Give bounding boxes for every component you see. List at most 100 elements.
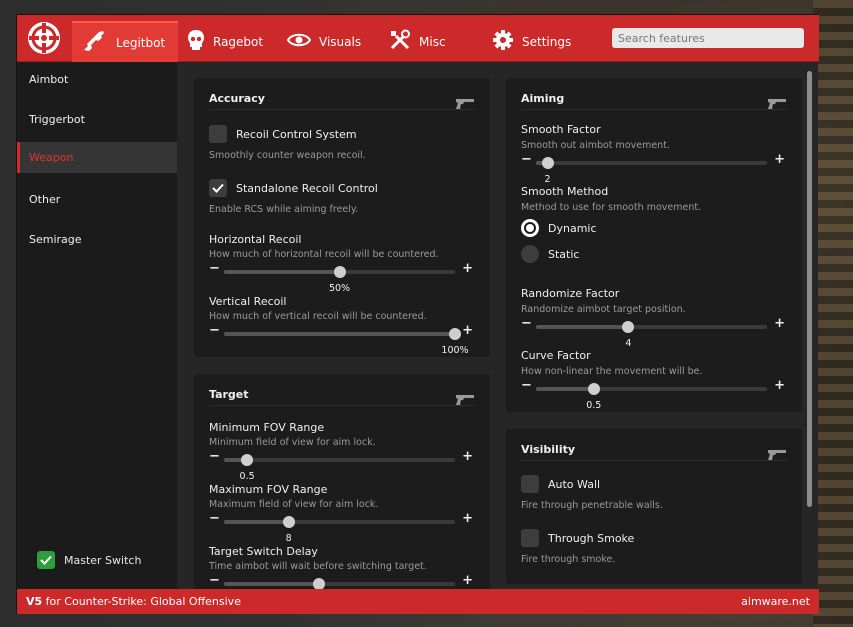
standalone-rcs-checkbox[interactable] [209,179,227,197]
decrement-icon[interactable]: − [521,379,532,393]
autowall-label: Auto Wall [548,477,601,491]
switch-delay-slider[interactable]: − + [209,574,473,589]
check-icon [212,183,224,193]
min-fov-description: Minimum field of view for aim lock. [209,437,376,448]
tab-settings[interactable]: Settings [482,21,592,62]
check-icon [40,555,52,565]
radio-dynamic[interactable]: Dynamic [521,219,597,237]
accuracy-panel: Accuracy Recoil Control System Smoothly … [194,78,490,357]
decrement-icon[interactable]: − [209,574,220,588]
master-switch[interactable]: Master Switch [37,551,141,569]
decrement-icon[interactable]: − [521,153,532,167]
switch-delay-description: Time aimbot will wait before switching t… [209,561,427,572]
gear-icon [492,29,514,54]
increment-icon[interactable]: + [774,317,785,331]
sidebar-item-other[interactable]: Other [17,184,177,215]
randomize-factor-slider[interactable]: − 4 + [521,317,785,350]
decrement-icon[interactable]: − [209,512,220,526]
sidebar-item-aimbot[interactable]: Aimbot [17,64,177,95]
radio-label: Static [548,247,580,261]
tab-visuals[interactable]: Visuals [277,21,377,62]
slider-knob[interactable] [541,157,554,169]
autowall-toggle[interactable]: Auto Wall [521,475,600,493]
tab-misc[interactable]: Misc [379,21,479,62]
target-panel: Target Minimum FOV Range Minimum field o… [194,374,490,589]
master-switch-checkbox[interactable] [37,551,55,569]
pistol-icon [767,446,787,465]
slider-track[interactable]: 0.5 [224,454,455,482]
slider-knob[interactable] [312,578,325,589]
smooth-factor-label: Smooth Factor [521,123,601,136]
slider-fill [224,332,455,336]
horizontal-recoil-label: Horizontal Recoil [209,233,302,246]
radio-button[interactable] [521,245,539,263]
slider-track[interactable]: 2 [536,157,767,185]
master-switch-label: Master Switch [64,553,142,567]
vertical-recoil-label: Vertical Recoil [209,295,287,308]
max-fov-slider[interactable]: − 8 + [209,512,473,545]
increment-icon[interactable]: + [462,512,473,526]
rifle-icon [82,28,108,57]
curve-factor-slider[interactable]: − 0.5 + [521,379,785,412]
through-smoke-toggle[interactable]: Through Smoke [521,529,634,547]
radio-static[interactable]: Static [521,245,579,263]
autowall-checkbox[interactable] [521,475,539,493]
slider-track[interactable]: 100% [224,328,469,356]
through-smoke-checkbox[interactable] [521,529,539,547]
slider-knob[interactable] [622,321,635,333]
slider-fill [224,270,340,274]
increment-icon[interactable]: + [462,450,473,464]
slider-track[interactable]: 50% [224,266,455,294]
game-label: for Counter-Strike: Global Offensive [42,595,241,608]
min-fov-slider[interactable]: − 0.5 + [209,450,473,483]
pistol-icon [767,95,787,114]
radio-button[interactable] [521,219,539,237]
max-fov-description: Maximum field of view for aim lock. [209,499,379,510]
smooth-factor-slider[interactable]: − 2 + [521,153,785,186]
slider-knob[interactable] [449,328,461,340]
horizontal-recoil-slider[interactable]: − 50% + [209,262,473,295]
switch-delay-label: Target Switch Delay [209,545,318,558]
increment-icon[interactable]: + [462,574,473,588]
sidebar-item-semirage[interactable]: Semirage [17,224,177,255]
standalone-rcs-toggle[interactable]: Standalone Recoil Control [209,179,378,197]
rcs-toggle[interactable]: Recoil Control System [209,125,357,143]
tab-ragebot[interactable]: Ragebot [177,21,277,62]
tab-label: Ragebot [213,34,264,49]
panel-title: Target [209,388,249,401]
search-input[interactable] [612,28,804,48]
scrollbar[interactable] [807,71,812,507]
decrement-icon[interactable]: − [209,450,220,464]
slider-knob[interactable] [587,383,600,395]
slider-track[interactable] [224,578,455,589]
increment-icon[interactable]: + [462,324,473,338]
sidebar-item-weapon[interactable]: Weapon [17,142,177,173]
increment-icon[interactable]: + [774,379,785,393]
divider [521,460,787,461]
decrement-icon[interactable]: − [521,317,532,331]
decrement-icon[interactable]: − [209,324,220,338]
slider-knob[interactable] [241,454,254,466]
horizontal-recoil-description: How much of horizontal recoil will be co… [209,249,439,260]
vertical-recoil-slider[interactable]: − 100% + [209,324,473,357]
slider-fill [536,325,629,329]
max-fov-label: Maximum FOV Range [209,483,328,496]
increment-icon[interactable]: + [774,153,785,167]
decrement-icon[interactable]: − [209,262,220,276]
increment-icon[interactable]: + [462,262,473,276]
rcs-checkbox[interactable] [209,125,227,143]
smooth-factor-description: Smooth out aimbot movement. [521,140,670,151]
slider-track[interactable]: 4 [536,321,767,349]
footer-version-text: V5 for Counter-Strike: Global Offensive [26,595,241,608]
sidebar-item-triggerbot[interactable]: Triggerbot [17,104,177,135]
version-label: V5 [26,595,43,608]
slider-value: 2 [544,174,551,185]
tab-legitbot[interactable]: Legitbot [72,21,178,62]
slider-knob[interactable] [333,266,346,278]
slider-knob[interactable] [282,516,295,528]
tab-label: Visuals [319,34,362,49]
site-link[interactable]: aimware.net [741,595,810,608]
slider-fill [536,387,594,391]
slider-track[interactable]: 8 [224,516,455,544]
slider-track[interactable]: 0.5 [536,383,767,411]
